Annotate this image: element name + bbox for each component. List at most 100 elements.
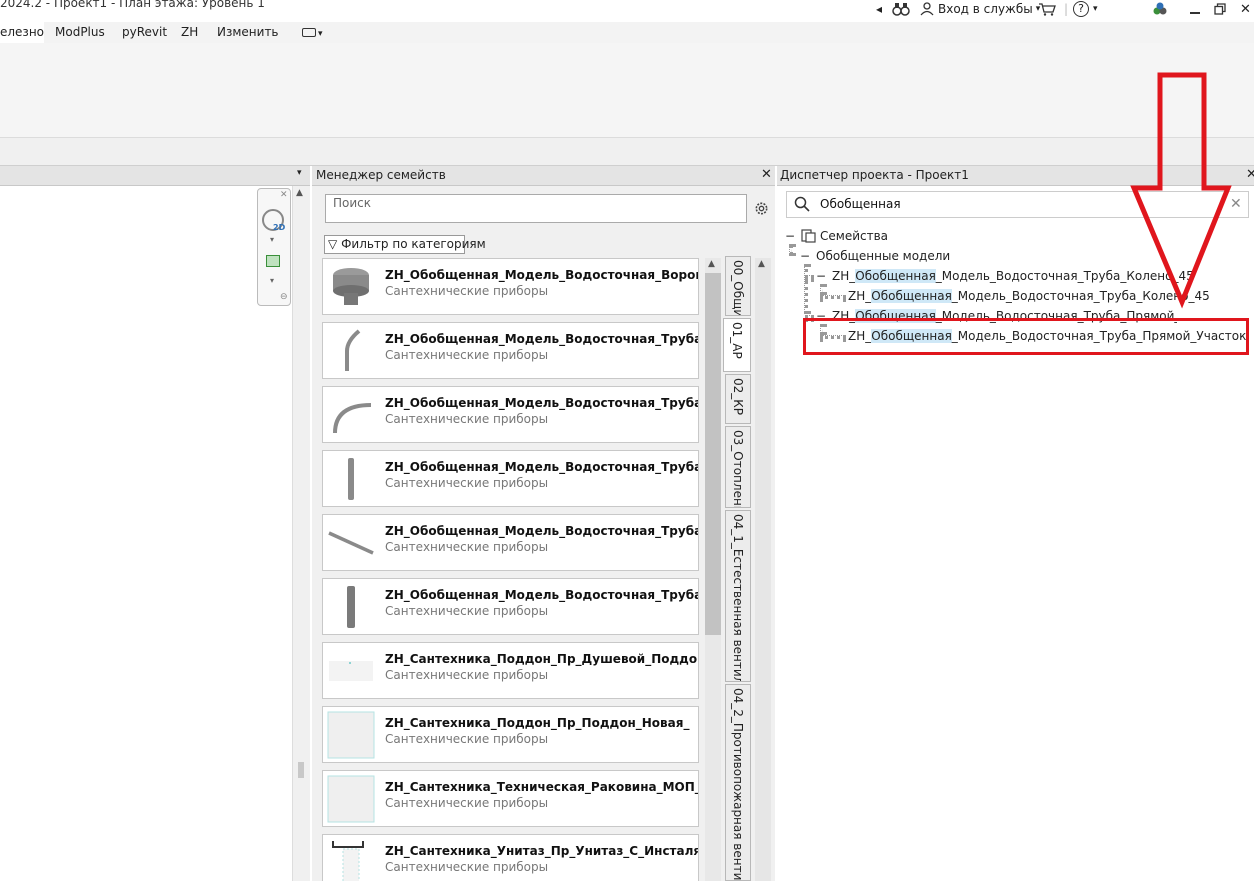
- family-card[interactable]: ZH_Сантехника_Техническая_Раковина_МОП_Н…: [322, 770, 699, 827]
- close-icon[interactable]: ✕: [280, 190, 288, 200]
- restore-button[interactable]: [1214, 0, 1226, 18]
- family-name: ZH_Обобщенная_Модель_Водосточная_Труба_П…: [385, 588, 698, 602]
- side-tab-01[interactable]: 01_АР: [723, 318, 751, 372]
- caret-left-icon[interactable]: ◂: [876, 0, 882, 18]
- family-category: Сантехнические приборы: [385, 348, 549, 362]
- zoom-region-icon[interactable]: [266, 255, 280, 267]
- tree-node-families[interactable]: Семейства: [820, 227, 888, 245]
- family-name: ZH_Обобщенная_Модель_Водосточная_Труба_К…: [385, 396, 698, 410]
- tab-pyrevit[interactable]: pyRevit: [122, 22, 167, 43]
- family-category: Сантехнические приборы: [385, 732, 549, 746]
- tab-modify[interactable]: Изменить: [217, 22, 279, 43]
- filter-icon: ▽: [328, 237, 338, 251]
- family-name: ZH_Сантехника_Техническая_Раковина_МОП_Н…: [385, 780, 698, 794]
- search-match-highlight: Обобщенная: [855, 269, 936, 283]
- family-card[interactable]: ZH_Обобщенная_Модель_Водосточная_Труба_К…: [322, 386, 699, 443]
- family-card[interactable]: ZH_Обобщенная_Модель_Водосточная_Труба_П…: [322, 514, 699, 571]
- binoculars-icon[interactable]: [892, 0, 910, 18]
- family-card[interactable]: ZH_Обобщенная_Модель_Водосточная_Труба_К…: [322, 322, 699, 379]
- close-icon[interactable]: ✕: [761, 167, 772, 182]
- annotation-highlight-box: [803, 318, 1249, 355]
- family-name: ZH_Обобщенная_Модель_Водосточная_Труба_К…: [385, 332, 698, 346]
- side-tab-04-1[interactable]: 04_1_Естественная вентиляция: [725, 510, 751, 682]
- side-tab-04-2[interactable]: 04_2_Противопожарная вентиляция: [725, 684, 751, 881]
- pipe-diagonal-thumbnail: [328, 531, 374, 555]
- chevron-down-icon[interactable]: ▾: [270, 276, 274, 285]
- family-card[interactable]: ZH_Сантехника_Поддон_Пр_Душевой_Поддон_Н…: [322, 642, 699, 699]
- browser-search-value: Обобщенная: [820, 197, 901, 211]
- tree-toggle-collapse-icon[interactable]: −: [800, 247, 810, 265]
- funnel-thumbnail: [333, 268, 369, 305]
- ribbon-display-toggle[interactable]: ▾: [302, 22, 323, 43]
- tree-connector: [789, 244, 793, 256]
- minimize-icon: [1190, 12, 1200, 14]
- category-filter-button[interactable]: ▽ Фильтр по категориям: [324, 235, 486, 254]
- bend45-thumbnail: [345, 329, 361, 371]
- tree-connector: [805, 275, 814, 279]
- family-manager-outer-scrollbar[interactable]: ▲: [755, 258, 771, 881]
- tree-toggle-collapse-icon[interactable]: −: [816, 267, 826, 285]
- view-scrollbar[interactable]: ▲: [292, 186, 310, 881]
- side-tab-03[interactable]: 03_Отопление: [725, 426, 751, 508]
- family-name: ZH_Сантехника_Поддон_Пр_Душевой_Поддон_Н…: [385, 652, 698, 666]
- minimize-button[interactable]: [1190, 0, 1200, 18]
- ribbon-panel-area: [0, 43, 1254, 138]
- family-manager-title: Менеджер семейств: [316, 168, 446, 182]
- tree-connector: [804, 264, 808, 314]
- tab-modplus[interactable]: ModPlus: [55, 22, 105, 43]
- autodesk-app-icon[interactable]: [1152, 0, 1168, 18]
- family-card[interactable]: ZH_Обобщенная_Модель_Водосточная_Воронка…: [322, 258, 699, 315]
- family-card[interactable]: ZH_Обобщенная_Модель_Водосточная_Труба_П…: [322, 578, 699, 635]
- family-category: Сантехнические приборы: [385, 284, 549, 298]
- family-card[interactable]: ZH_Обобщенная_Модель_Водосточная_Труба_П…: [322, 450, 699, 507]
- family-card[interactable]: ZH_Сантехника_Поддон_Пр_Поддон_Новая_ Са…: [322, 706, 699, 763]
- 2d-label-icon: 2D: [273, 223, 286, 232]
- tab-ribbon-active[interactable]: елезно: [0, 22, 44, 43]
- scroll-up-icon[interactable]: ▲: [758, 259, 765, 269]
- settings-gear-icon[interactable]: [754, 201, 769, 219]
- signin-button[interactable]: Вход в службы ▾: [938, 0, 1040, 18]
- side-tab-02[interactable]: 02_КР: [725, 374, 751, 424]
- scroll-grip[interactable]: [298, 762, 304, 778]
- ribbon-minimize-icon: [302, 28, 316, 37]
- panel-menu-icon[interactable]: ▾: [297, 168, 302, 178]
- user-icon[interactable]: [920, 0, 934, 18]
- help-button[interactable]: ? ▾: [1073, 0, 1098, 18]
- toolbar-separator: |: [1064, 2, 1069, 16]
- family-list-scroll-thumb[interactable]: [705, 273, 721, 635]
- tree-connector: [820, 295, 846, 299]
- tree-toggle-collapse-icon[interactable]: −: [785, 227, 795, 245]
- scroll-up-icon[interactable]: ▲: [708, 259, 715, 269]
- project-browser-title: Диспетчер проекта - Проект1: [780, 168, 969, 182]
- cart-icon[interactable]: [1038, 0, 1056, 18]
- tree-connector: [820, 284, 824, 295]
- nav-options-icon[interactable]: ⊖: [280, 292, 288, 302]
- family-category: Сантехнические приборы: [385, 860, 549, 874]
- title-bar: 2024.2 - Проект1 - План этажа: Уровень 1…: [0, 0, 1254, 22]
- blank-thumbnail: [327, 711, 375, 759]
- family-list: ZH_Обобщенная_Модель_Водосточная_Воронка…: [316, 258, 722, 881]
- family-search-placeholder: Поиск: [333, 196, 372, 210]
- close-window-button[interactable]: ✕: [1240, 0, 1251, 18]
- family-category: Сантехнические приборы: [385, 604, 549, 618]
- chevron-down-icon[interactable]: ▾: [270, 235, 274, 244]
- tab-zh[interactable]: ZH: [181, 22, 198, 43]
- restore-icon: [1214, 3, 1226, 15]
- blank-thumbnail: [327, 775, 375, 823]
- family-name: ZH_Сантехника_Унитаз_Пр_Унитаз_С_Инсталя…: [385, 844, 698, 858]
- search-icon: [794, 196, 810, 215]
- family-name: ZH_Обобщенная_Модель_Водосточная_Труба_П…: [385, 524, 698, 538]
- family-name: ZH_Обобщенная_Модель_Водосточная_Воронка: [385, 268, 698, 282]
- ribbon-tab-bar: елезно ModPlus pyRevit ZH Изменить ▾: [0, 22, 1254, 43]
- family-category: Сантехнические приборы: [385, 540, 549, 554]
- scroll-up-icon[interactable]: ▲: [296, 188, 303, 198]
- tree-node-generic-models[interactable]: Обобщенные модели: [816, 247, 950, 265]
- view-panel-header: ▾: [0, 166, 310, 186]
- families-folder-icon: [801, 229, 816, 246]
- side-tab-00[interactable]: 00_Общие: [725, 256, 751, 316]
- family-search-input[interactable]: [325, 194, 747, 223]
- family-card[interactable]: ZH_Сантехника_Унитаз_Пр_Унитаз_С_Инсталя…: [322, 834, 699, 881]
- family-category: Сантехнические приборы: [385, 796, 549, 810]
- chevron-down-icon: ▾: [1093, 4, 1098, 14]
- tray-thumbnail: [329, 661, 373, 681]
